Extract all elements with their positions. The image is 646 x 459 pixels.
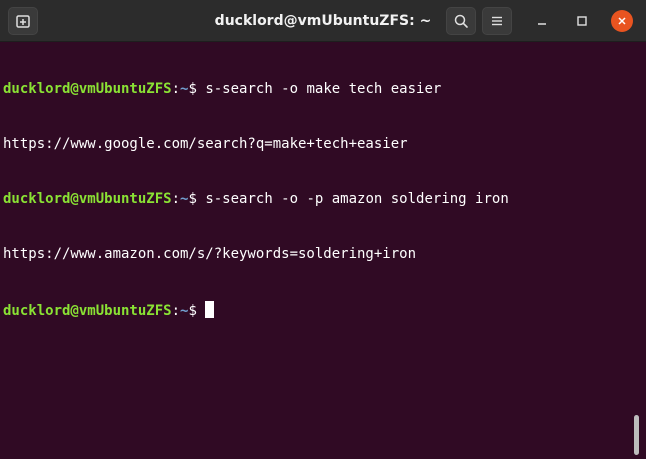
- prompt-user-host: ducklord@vmUbuntuZFS: [3, 80, 172, 97]
- close-button[interactable]: [611, 10, 633, 32]
- prompt-separator: :: [171, 302, 181, 319]
- prompt-line: ducklord@vmUbuntuZFS:~$ s-search -o make…: [3, 80, 636, 98]
- close-icon: [618, 17, 626, 25]
- maximize-icon: [577, 16, 587, 26]
- search-button[interactable]: [446, 7, 476, 35]
- command-text: s-search -o -p amazon soldering iron: [205, 191, 509, 208]
- prompt-symbol: $: [188, 302, 206, 319]
- hamburger-menu-icon: [492, 16, 502, 26]
- scrollbar[interactable]: [634, 415, 639, 455]
- menu-button[interactable]: [482, 7, 512, 35]
- prompt-line: ducklord@vmUbuntuZFS:~$: [3, 300, 636, 319]
- search-icon: [454, 14, 468, 28]
- prompt-user-host: ducklord@vmUbuntuZFS: [3, 302, 172, 319]
- prompt-line: ducklord@vmUbuntuZFS:~$ s-search -o -p a…: [3, 190, 636, 208]
- minimize-icon: [538, 23, 546, 25]
- prompt-separator: :: [171, 191, 181, 208]
- prompt-symbol: $: [188, 191, 206, 208]
- title-bar: ducklord@vmUbuntuZFS: ~: [0, 0, 646, 42]
- output-line: https://www.amazon.com/s/?keywords=solde…: [3, 246, 417, 263]
- prompt-symbol: $: [188, 80, 206, 97]
- prompt-user-host: ducklord@vmUbuntuZFS: [3, 191, 172, 208]
- output-line: https://www.google.com/search?q=make+tec…: [3, 136, 408, 153]
- maximize-button[interactable]: [571, 10, 593, 32]
- terminal-output[interactable]: ducklord@vmUbuntuZFS:~$ s-search -o make…: [0, 42, 636, 459]
- prompt-separator: :: [171, 80, 181, 97]
- command-text: s-search -o make tech easier: [205, 80, 442, 97]
- terminal-window: ducklord@vmUbuntuZFS: ~ ducklord@vmUbunt…: [0, 0, 646, 459]
- text-cursor: [205, 300, 215, 318]
- minimize-button[interactable]: [531, 10, 553, 32]
